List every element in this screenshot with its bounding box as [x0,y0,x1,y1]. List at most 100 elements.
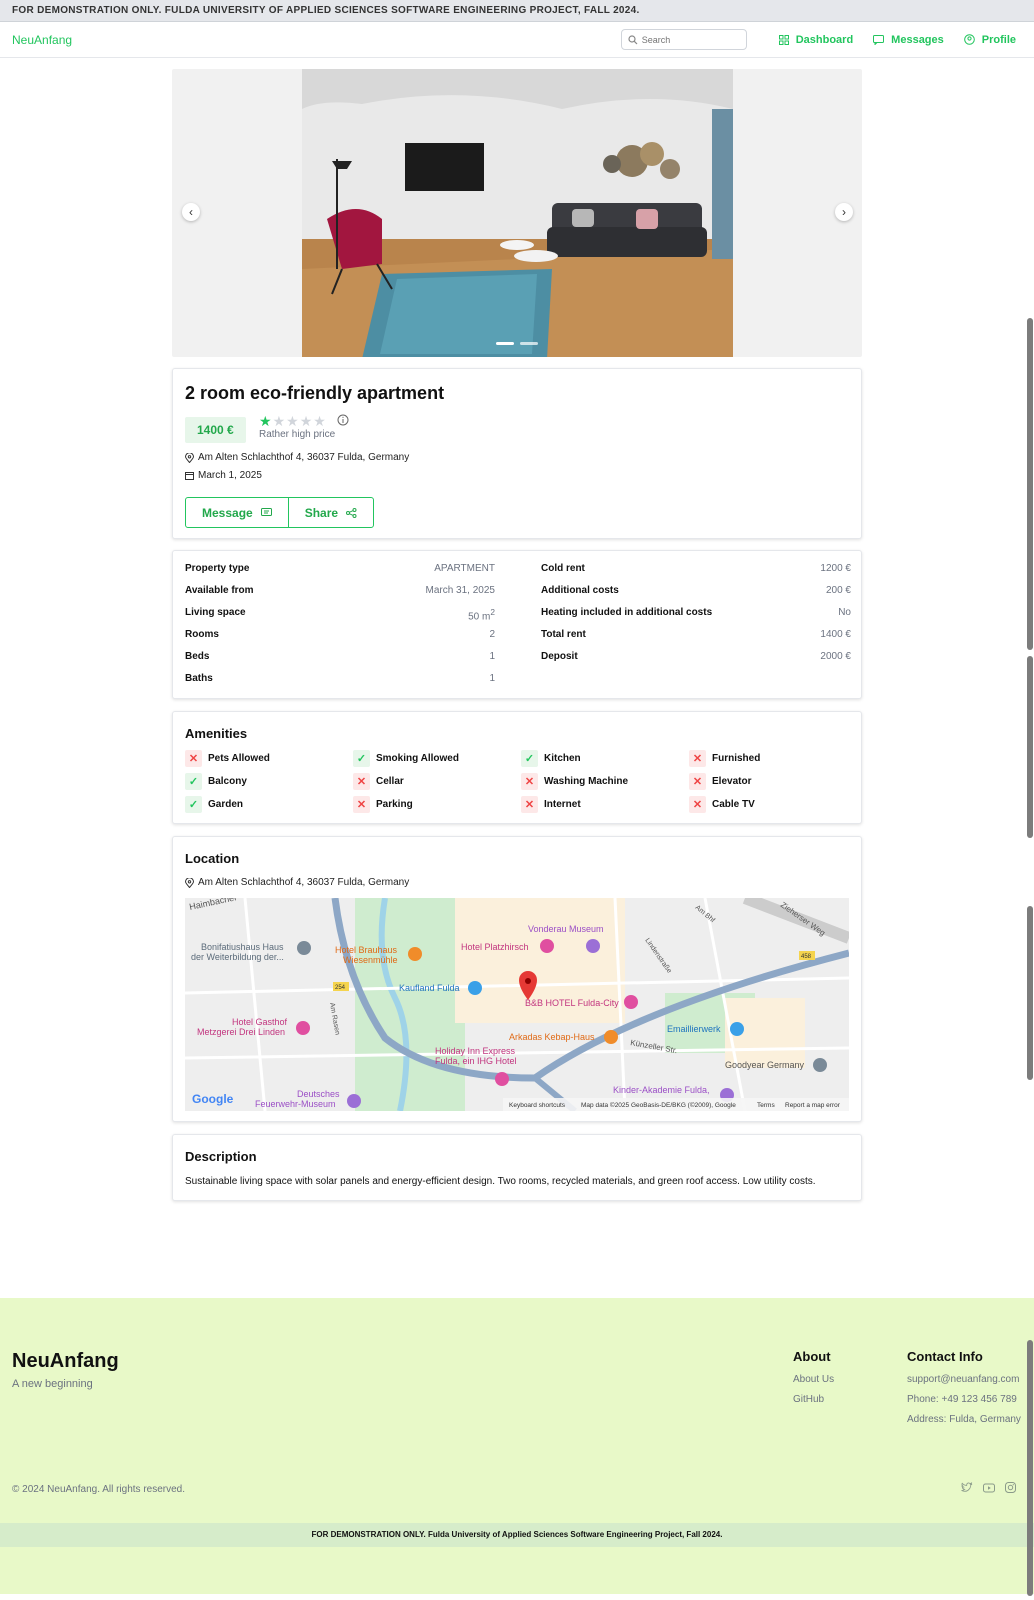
amenity-item: ✕ Cable TV [689,796,853,813]
map-label: Emaillierwerk [667,1024,721,1034]
location-address: Am Alten Schlachthof 4, 36037 Fulda, Ger… [185,877,409,888]
property-details-card: Property type APARTMENT Available from Mar… [172,550,862,699]
scrollbar-thumb[interactable] [1027,906,1033,1080]
search-box[interactable] [620,29,747,50]
amenity-label: Cable TV [712,799,755,810]
amenity-item: ✕ Washing Machine [521,773,689,790]
map-report-link[interactable]: Report a map error [785,1102,841,1109]
nav-profile[interactable]: Profile [963,34,1016,46]
amenity-item: ✕ Cellar [353,773,521,790]
share-button-label: Share [304,505,339,520]
share-button[interactable]: Share [287,498,373,527]
map-label: Kaufland Fulda [399,983,460,993]
footer-email[interactable]: support@neuanfang.com [907,1374,1019,1385]
carousel-dot[interactable] [520,342,538,345]
amenity-item: ✕ Parking [353,796,521,813]
nav-dashboard[interactable]: Dashboard [778,33,854,46]
carousel-prev-button[interactable]: ‹ [182,203,200,221]
amenity-label: Internet [544,799,581,810]
map-label: Wiesenmühle [343,955,398,965]
detail-value: 2 [489,629,495,640]
listing-title: 2 room eco-friendly apartment [185,383,445,403]
location-address-text: Am Alten Schlachthof 4, 36037 Fulda, Ger… [198,877,410,888]
detail-value: 1200 € [820,563,851,574]
map-embed[interactable]: Haimbacher Bonifatiushaus Haus der Weite… [185,898,849,1111]
map-label: Hotel Platzhirsch [461,942,529,952]
map-label: Holiday Inn Express [435,1046,516,1056]
footer-github-link[interactable]: GitHub [793,1394,824,1405]
map-label: Fulda, ein IHG Hotel [435,1056,517,1066]
detail-value: 50 m2 [468,607,495,629]
x-icon: ✕ [521,773,538,790]
grid-icon [778,34,789,45]
location-title: Location [185,851,240,866]
details-right-list: Cold rent 1200 € Additional costs 200 € He… [541,563,851,673]
x-icon: ✕ [689,773,706,790]
scrollbar-thumb[interactable] [1027,1340,1033,1596]
details-left-list: Property type APARTMENT Available from Mar… [185,563,495,695]
map-keyboard-shortcuts-link[interactable]: Keyboard shortcuts [509,1102,566,1109]
scrollbar-thumb[interactable] [1027,318,1033,650]
listing-address-text: Am Alten Schlachthof 4, 36037 Fulda, Ger… [198,452,410,463]
message-icon [873,34,885,45]
map-label: Kinder-Akademie Fulda, [613,1085,710,1095]
star-icon: ★ [299,413,313,429]
amenity-item: ✓ Kitchen [521,750,689,767]
description-text: Sustainable living space with solar pane… [185,1176,816,1187]
amenity-item: ✕ Furnished [689,750,853,767]
detail-row: Rooms 2 [185,629,495,651]
brand-link[interactable]: NeuAnfang [12,33,72,47]
detail-key: Additional costs [541,585,619,596]
footer: NeuAnfang A new beginning About About Us… [0,1298,1034,1594]
detail-row: Additional costs 200 € [541,585,851,607]
x-icon: ✕ [353,773,370,790]
detail-row: Deposit 2000 € [541,651,851,673]
footer-address: Address: Fulda, Germany [907,1414,1021,1425]
nav-messages[interactable]: Messages [873,34,944,46]
amenity-label: Furnished [712,753,761,764]
amenity-label: Cellar [376,776,404,787]
detail-key: Baths [185,673,213,684]
detail-key: Total rent [541,629,586,640]
map-terms-link[interactable]: Terms [757,1102,775,1109]
detail-value: 1 [489,651,495,662]
location-pin-icon [185,452,194,463]
google-logo: Google [192,1092,234,1106]
description-title: Description [185,1149,257,1164]
detail-row: Beds 1 [185,651,495,673]
scrollbar-thumb[interactable] [1027,656,1033,838]
detail-value: March 31, 2025 [425,585,496,596]
price-note: Rather high price [259,429,336,440]
map-label: Goodyear Germany [725,1060,805,1070]
map-data-attribution: Map data ©2025 GeoBasis-DE/BKG (©2009), … [581,1101,736,1109]
amenity-label: Garden [208,799,244,810]
demo-banner: FOR DEMONSTRATION ONLY. FULDA UNIVERSITY… [0,0,1034,22]
youtube-icon[interactable] [983,1480,995,1498]
social-links [951,1480,1016,1498]
twitter-icon[interactable] [961,1480,973,1498]
nav-dashboard-label: Dashboard [795,33,854,46]
info-icon[interactable] [337,414,349,426]
action-buttons: Message Share [185,497,375,528]
detail-row: Cold rent 1200 € [541,563,851,585]
share-icon [346,507,357,518]
x-icon: ✕ [353,796,370,813]
search-input[interactable] [641,34,738,45]
footer-contact-title: Contact Info [907,1349,983,1364]
carousel-dot[interactable] [496,342,514,345]
amenity-item: ✓ Balcony [185,773,353,790]
amenity-item: ✓ Garden [185,796,353,813]
carousel-next-button[interactable]: › [835,203,853,221]
map-label: Metzgerei Drei Linden [197,1027,285,1037]
instagram-icon[interactable] [1005,1480,1016,1498]
map-label: Deutsches [297,1089,340,1099]
message-button[interactable]: Message [186,498,288,527]
detail-value: 2000 € [820,651,851,662]
listing-date: March 1, 2025 [185,470,262,481]
footer-copyright: © 2024 NeuAnfang. All rights reserved. [12,1484,186,1495]
user-circle-icon [963,34,975,45]
map-label: Arkadas Kebap-Haus [509,1032,595,1042]
footer-about-us-link[interactable]: About Us [793,1374,834,1385]
detail-key: Deposit [541,651,578,662]
amenity-label: Pets Allowed [208,753,270,764]
